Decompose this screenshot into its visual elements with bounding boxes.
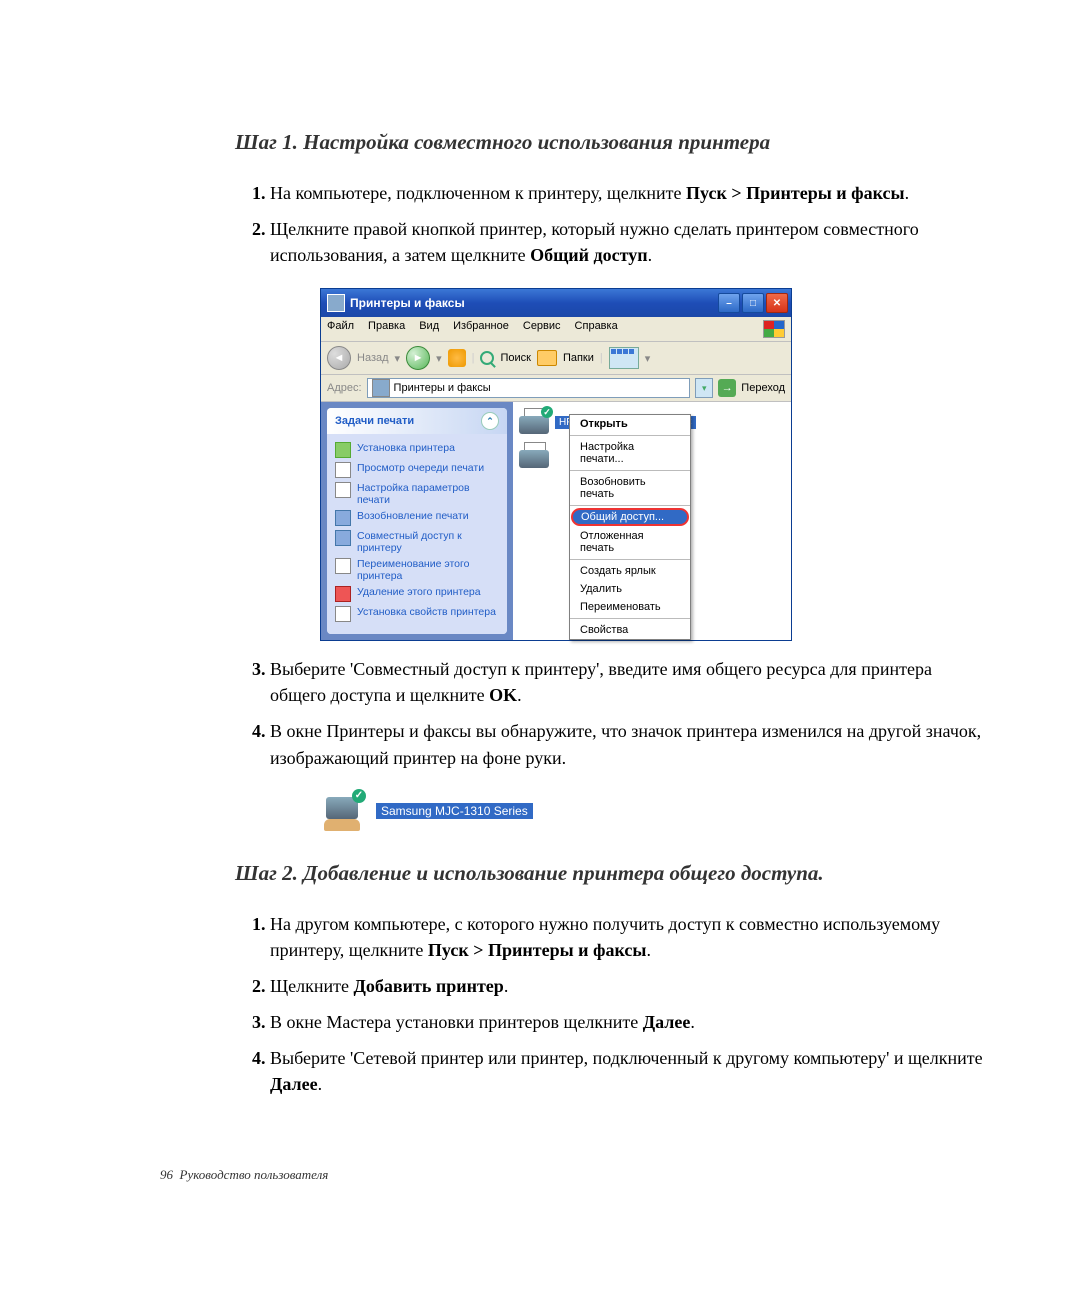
titlebar: Принтеры и факсы – □ ✕ xyxy=(321,289,791,317)
step1-list-top: На компьютере, подключенном к принтеру, … xyxy=(235,180,990,268)
menu-view[interactable]: Вид xyxy=(419,320,439,338)
step2-list: На другом компьютере, с которого нужно п… xyxy=(235,911,990,1098)
shared-printer-label: Samsung MJC-1310 Series xyxy=(376,803,533,819)
task-install[interactable]: Установка принтера xyxy=(335,440,499,460)
address-icon xyxy=(372,379,390,397)
ctx-sharing[interactable]: Общий доступ... xyxy=(571,508,689,526)
menubar: Файл Правка Вид Избранное Сервис Справка xyxy=(321,317,791,342)
menu-service[interactable]: Сервис xyxy=(523,320,561,338)
search-icon[interactable] xyxy=(480,351,494,365)
up-icon[interactable] xyxy=(448,349,466,367)
views-button[interactable] xyxy=(609,347,639,369)
window-title: Принтеры и факсы xyxy=(350,296,718,310)
back-button[interactable]: ◄ xyxy=(327,346,351,370)
step2-heading: Шаг 2. Добавление и использование принте… xyxy=(235,861,990,886)
step1-item-4: В окне Принтеры и факсы вы обнаружите, ч… xyxy=(270,718,990,770)
task-panel: Задачи печати ⌃ Установка принтера Просм… xyxy=(321,402,513,640)
content-area: ✓ HP DeskJet 950C/952C/959C Открыть Наст… xyxy=(513,402,791,640)
task-rename[interactable]: Переименование этого принтера xyxy=(335,556,499,584)
windows-logo-icon xyxy=(763,320,785,338)
page-footer: 96 Руководство пользователя xyxy=(160,1167,990,1183)
back-label: Назад xyxy=(357,352,389,364)
xp-window: Принтеры и факсы – □ ✕ Файл Правка Вид И… xyxy=(320,288,792,641)
task-props[interactable]: Установка свойств принтера xyxy=(335,604,499,624)
menu-edit[interactable]: Правка xyxy=(368,320,405,338)
address-bar: Адрес: Принтеры и факсы ▾ → Переход xyxy=(321,375,791,402)
step1-item-3: Выберите 'Совместный доступ к принтеру',… xyxy=(270,656,990,708)
step1-item-2: Щелкните правой кнопкой принтер, который… xyxy=(270,216,990,268)
ctx-open[interactable]: Открыть xyxy=(570,415,690,433)
task-settings[interactable]: Настройка параметров печати xyxy=(335,480,499,508)
task-share[interactable]: Совместный доступ к принтеру xyxy=(335,528,499,556)
step2-item-2: Щелкните Добавить принтер. xyxy=(270,973,990,999)
ctx-shortcut[interactable]: Создать ярлык xyxy=(570,562,690,580)
step1-heading: Шаг 1. Настройка совместного использован… xyxy=(235,130,990,155)
task-queue[interactable]: Просмотр очереди печати xyxy=(335,460,499,480)
address-dropdown[interactable]: ▾ xyxy=(695,378,713,398)
ctx-rename[interactable]: Переименовать xyxy=(570,598,690,616)
step2-item-4: Выберите 'Сетевой принтер или принтер, п… xyxy=(270,1045,990,1097)
task-items: Установка принтера Просмотр очереди печа… xyxy=(327,434,507,634)
go-label: Переход xyxy=(741,382,785,394)
shared-printer-icon: ✓ Samsung MJC-1310 Series xyxy=(320,791,990,831)
go-button[interactable]: → xyxy=(718,379,736,397)
maximize-button[interactable]: □ xyxy=(742,293,764,313)
task-head[interactable]: Задачи печати ⌃ xyxy=(327,408,507,434)
address-field[interactable]: Принтеры и факсы xyxy=(367,378,691,398)
ctx-delete[interactable]: Удалить xyxy=(570,580,690,598)
nav-toolbar: ◄ Назад ▾ ► ▾ | Поиск Папки | ▾ xyxy=(321,342,791,375)
collapse-icon[interactable]: ⌃ xyxy=(481,412,499,430)
ctx-props[interactable]: Свойства xyxy=(570,621,690,639)
minimize-button[interactable]: – xyxy=(718,293,740,313)
search-label: Поиск xyxy=(500,352,530,364)
step1-list-bottom: Выберите 'Совместный доступ к принтеру',… xyxy=(235,656,990,770)
ctx-resume[interactable]: Возобновить печать xyxy=(570,473,690,503)
context-menu: Открыть Настройка печати... Возобновить … xyxy=(569,414,691,640)
step1-item-1: На компьютере, подключенном к принтеру, … xyxy=(270,180,990,206)
ctx-deferred[interactable]: Отложенная печать xyxy=(570,527,690,557)
task-resume[interactable]: Возобновление печати xyxy=(335,508,499,528)
close-button[interactable]: ✕ xyxy=(766,293,788,313)
menu-file[interactable]: Файл xyxy=(327,320,354,338)
address-label: Адрес: xyxy=(327,382,362,394)
menu-fav[interactable]: Избранное xyxy=(453,320,509,338)
step2-item-1: На другом компьютере, с которого нужно п… xyxy=(270,911,990,963)
step2-item-3: В окне Мастера установки принтеров щелкн… xyxy=(270,1009,990,1035)
folders-icon[interactable] xyxy=(537,350,557,366)
folders-label: Папки xyxy=(563,352,594,364)
task-delete[interactable]: Удаление этого принтера xyxy=(335,584,499,604)
forward-button[interactable]: ► xyxy=(406,346,430,370)
window-icon xyxy=(327,294,345,312)
menu-help[interactable]: Справка xyxy=(575,320,618,338)
ctx-printsettings[interactable]: Настройка печати... xyxy=(570,438,690,468)
